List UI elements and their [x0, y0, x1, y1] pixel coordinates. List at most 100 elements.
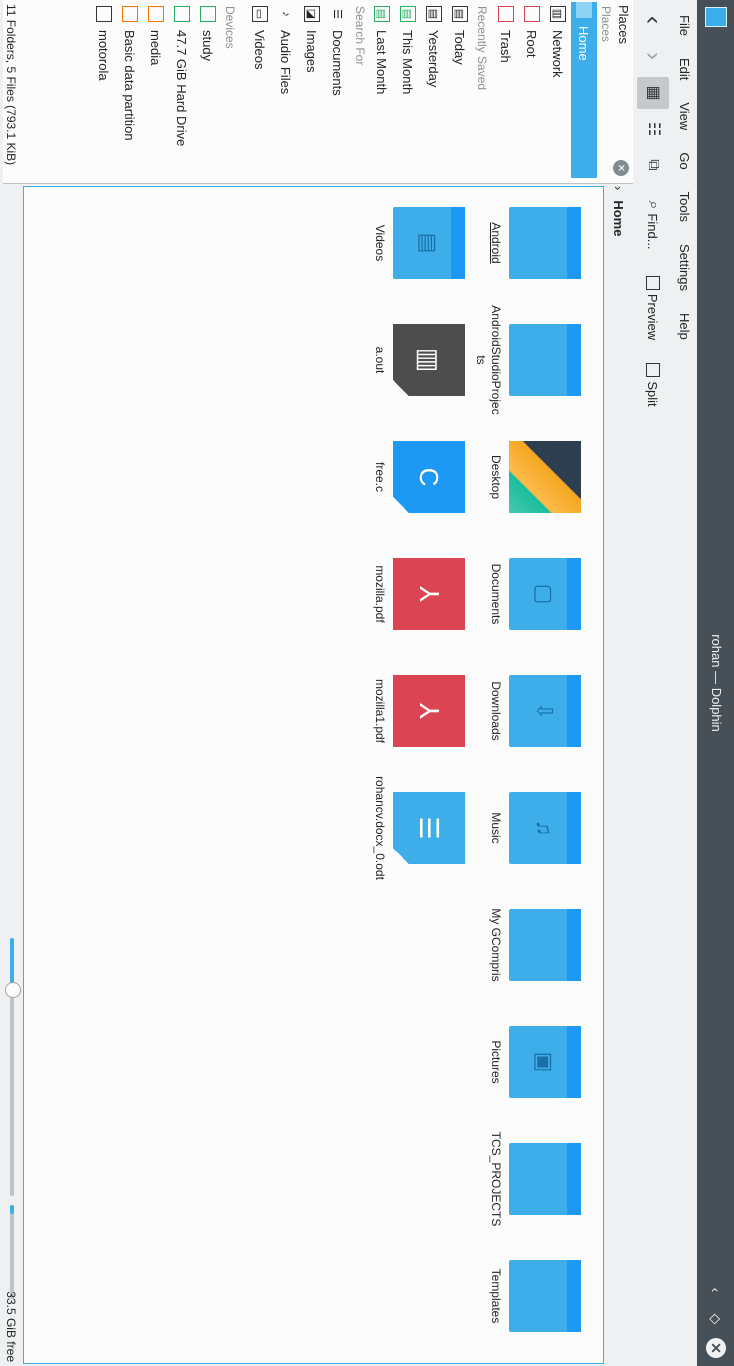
menu-file[interactable]: File — [678, 4, 693, 47]
phone-device-icon — [96, 6, 112, 22]
place-last-month[interactable]: ▤ Last Month — [369, 6, 395, 176]
file-label: Downloads — [489, 681, 503, 741]
file-item[interactable]: ▤ Videos — [372, 188, 465, 298]
place-audio-files[interactable]: ♪ Audio Files — [273, 6, 299, 176]
minimize-icon[interactable]: ‹ — [706, 1280, 726, 1300]
toolbar: ‹ › ▦ ☷ ⧉ ⌕ Find... Preview Split — [633, 0, 673, 1366]
pdf-icon: ⅄ — [393, 558, 465, 630]
free-space-text: 33.5 GiB free — [4, 1291, 18, 1362]
file-item[interactable]: ⅄ mozilla.pdf — [372, 539, 465, 649]
find-button[interactable]: ⌕ Find... — [637, 191, 669, 259]
calendar-last-month-icon: ▤ — [374, 6, 390, 22]
dolphin-window: rohan — Dolphin ‹ ◇ ✕ File Edit View Go … — [0, 0, 734, 1366]
menu-help[interactable]: Help — [678, 302, 693, 351]
place-images[interactable]: ◪ Images — [299, 6, 325, 176]
menu-bar: File Edit View Go Tools Settings Help — [673, 0, 697, 1366]
file-item[interactable]: ♫ Music — [488, 773, 581, 883]
folder-icon — [509, 207, 581, 279]
close-panel-icon[interactable]: ✕ — [613, 160, 629, 176]
details-view-icon: ⧉ — [645, 159, 662, 171]
file-label: a.out — [373, 346, 387, 374]
place-trash[interactable]: Trash — [493, 6, 519, 176]
window-title: rohan — Dolphin — [709, 634, 724, 732]
file-item[interactable]: C free.c — [372, 422, 465, 532]
place-this-month[interactable]: ▤ This Month — [395, 6, 421, 176]
breadcrumb: › Home — [608, 186, 630, 236]
pictures-folder-icon: ▣ — [509, 1026, 581, 1098]
file-item[interactable]: AndroidStudioProjects — [473, 305, 581, 415]
file-item[interactable]: ⅄ mozilla1.pdf — [372, 656, 465, 766]
place-root[interactable]: Root — [519, 6, 545, 176]
file-item[interactable]: ☰ rohancv.docx_0.odt — [372, 773, 465, 883]
menu-settings[interactable]: Settings — [678, 233, 693, 302]
breadcrumb-home[interactable]: Home — [612, 200, 627, 236]
forward-button[interactable]: › — [637, 40, 669, 72]
folder-icon — [509, 1143, 581, 1215]
place-yesterday[interactable]: ▤ Yesterday — [421, 6, 447, 176]
compact-view-button[interactable]: ☷ — [637, 113, 669, 145]
menu-edit[interactable]: Edit — [678, 47, 693, 91]
place-network-label: Network — [550, 30, 566, 78]
forward-arrow-icon: › — [640, 52, 667, 60]
file-label: Documents — [489, 563, 503, 625]
file-item[interactable]: My GCompris — [488, 890, 581, 1000]
folder-icon — [509, 909, 581, 981]
menu-tools[interactable]: Tools — [678, 181, 693, 233]
split-button[interactable]: Split — [637, 356, 669, 414]
root-folder-icon — [524, 6, 540, 22]
file-label: Pictures — [489, 1040, 503, 1084]
section-devices: Devices — [223, 6, 237, 49]
trash-icon — [498, 6, 514, 22]
calendar-today-icon: ▤ — [452, 6, 468, 22]
menu-go[interactable]: Go — [678, 141, 693, 180]
file-item[interactable]: ⇩ Downloads — [488, 656, 581, 766]
file-item[interactable]: TCS_PROJECTS — [488, 1124, 581, 1234]
free-space-fill — [10, 1205, 14, 1215]
place-today[interactable]: ▤ Today — [447, 6, 473, 176]
place-hard-drive[interactable]: 47.7 GiB Hard Drive — [169, 6, 195, 176]
file-label: Android — [489, 222, 503, 264]
file-item[interactable]: Android — [488, 188, 581, 298]
status-summary: 11 Folders, 5 Files (793.1 KiB) — [4, 4, 18, 166]
zoom-slider-handle[interactable] — [5, 981, 21, 998]
preview-button[interactable]: Preview — [637, 270, 669, 346]
details-view-button[interactable]: ⧉ — [637, 149, 669, 181]
preview-icon — [646, 275, 660, 290]
menu-view[interactable]: View — [678, 91, 693, 141]
keep-above-icon[interactable]: ◇ — [706, 1309, 726, 1329]
drive-mounted-icon — [200, 6, 216, 22]
file-label: Videos — [373, 224, 387, 262]
music-folder-icon: ♫ — [509, 792, 581, 864]
file-label: mozilla.pdf — [373, 565, 387, 623]
place-basic-partition-label: Basic data partition — [122, 30, 138, 141]
breadcrumb-chevron-icon[interactable]: › — [612, 186, 627, 190]
pdf-icon: ⅄ — [393, 675, 465, 747]
network-icon: ▥ — [550, 6, 566, 22]
file-view[interactable]: Android AndroidStudioProjects Desktop ▢ … — [23, 186, 604, 1364]
place-media[interactable]: media — [143, 6, 169, 176]
home-folder-icon — [576, 2, 592, 18]
place-this-month-label: This Month — [400, 30, 416, 95]
split-label: Split — [645, 381, 661, 407]
desktop-folder-icon — [509, 441, 581, 513]
close-window-button[interactable]: ✕ — [706, 1338, 726, 1358]
place-basic-partition[interactable]: Basic data partition — [117, 6, 143, 176]
place-motorola[interactable]: motorola — [91, 6, 117, 176]
preview-label: Preview — [645, 293, 661, 341]
find-label: Find... — [645, 213, 661, 250]
file-item[interactable]: Desktop — [488, 422, 581, 532]
file-item[interactable]: Templates — [488, 1241, 581, 1351]
icons-view-button[interactable]: ▦ — [637, 77, 669, 109]
file-item[interactable]: ▣ Pictures — [488, 1007, 581, 1117]
place-home[interactable]: Home — [571, 2, 597, 178]
place-yesterday-label: Yesterday — [426, 30, 442, 88]
place-videos[interactable]: ▭ Videos — [247, 6, 273, 176]
zoom-slider[interactable] — [5, 938, 21, 1196]
place-network[interactable]: ▥ Network — [545, 6, 571, 176]
back-button[interactable]: ‹ — [637, 4, 669, 36]
file-item[interactable]: ▢ Documents — [488, 539, 581, 649]
file-item[interactable]: ▥ a.out — [372, 305, 465, 415]
place-home-label: Home — [576, 26, 592, 61]
place-documents[interactable]: ☰ Documents — [325, 6, 351, 176]
place-study[interactable]: study — [195, 6, 221, 176]
